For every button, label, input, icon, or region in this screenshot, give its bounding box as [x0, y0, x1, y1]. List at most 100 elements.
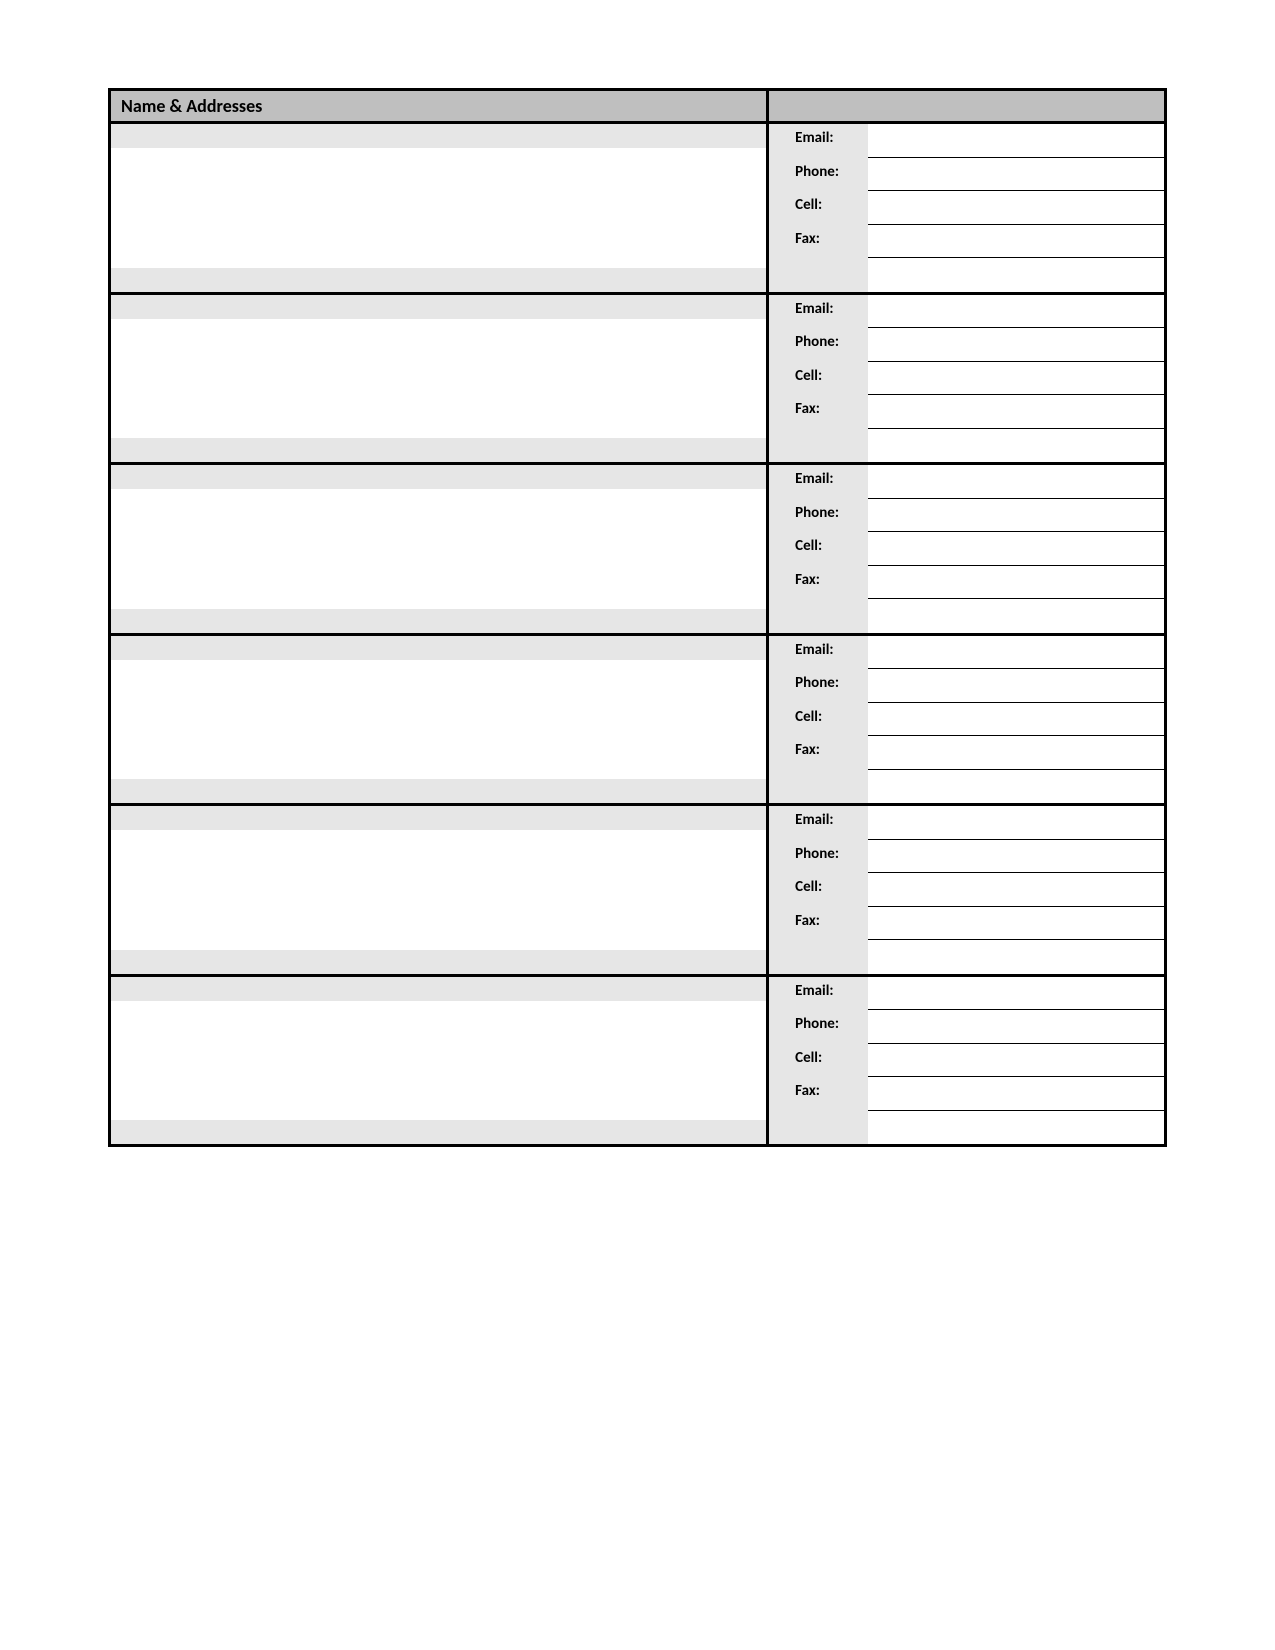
email-row: Email:	[769, 465, 1164, 499]
fax-label: Fax:	[769, 1077, 868, 1111]
details-column: Email: Phone: Cell: Fax:	[769, 636, 1164, 804]
cell-value[interactable]	[868, 532, 1164, 566]
address-column	[111, 465, 769, 633]
fax-row: Fax:	[769, 1077, 1164, 1111]
fax-value[interactable]	[868, 395, 1164, 429]
extra-row	[769, 940, 1164, 974]
email-label: Email:	[769, 124, 868, 158]
fax-row: Fax:	[769, 225, 1164, 259]
fax-value[interactable]	[868, 1077, 1164, 1111]
address-extra-field[interactable]	[111, 438, 766, 462]
name-field[interactable]	[111, 806, 766, 830]
email-value[interactable]	[868, 636, 1164, 670]
address-column	[111, 977, 769, 1145]
email-value[interactable]	[868, 977, 1164, 1011]
phone-label: Phone:	[769, 840, 868, 874]
phone-row: Phone:	[769, 328, 1164, 362]
extra-label	[769, 1111, 868, 1145]
address-extra-field[interactable]	[111, 268, 766, 292]
extra-label	[769, 258, 868, 292]
address-extra-field[interactable]	[111, 609, 766, 633]
phone-row: Phone:	[769, 1010, 1164, 1044]
name-field[interactable]	[111, 124, 766, 148]
phone-row: Phone:	[769, 158, 1164, 192]
phone-label: Phone:	[769, 669, 868, 703]
extra-row	[769, 1111, 1164, 1145]
details-column: Email: Phone: Cell: Fax:	[769, 295, 1164, 463]
phone-row: Phone:	[769, 669, 1164, 703]
fax-value[interactable]	[868, 907, 1164, 941]
address-column	[111, 124, 769, 292]
fax-row: Fax:	[769, 395, 1164, 429]
extra-value[interactable]	[868, 429, 1164, 463]
email-row: Email:	[769, 295, 1164, 329]
cell-value[interactable]	[868, 1044, 1164, 1078]
email-row: Email:	[769, 124, 1164, 158]
address-field[interactable]	[111, 489, 766, 609]
extra-label	[769, 940, 868, 974]
email-value[interactable]	[868, 124, 1164, 158]
extra-value[interactable]	[868, 940, 1164, 974]
cell-row: Cell:	[769, 1044, 1164, 1078]
email-value[interactable]	[868, 295, 1164, 329]
email-label: Email:	[769, 806, 868, 840]
extra-label	[769, 770, 868, 804]
address-field[interactable]	[111, 660, 766, 780]
address-column	[111, 636, 769, 804]
name-field[interactable]	[111, 465, 766, 489]
phone-label: Phone:	[769, 158, 868, 192]
details-column: Email: Phone: Cell: Fax:	[769, 977, 1164, 1145]
email-value[interactable]	[868, 806, 1164, 840]
phone-value[interactable]	[868, 328, 1164, 362]
address-field[interactable]	[111, 148, 766, 268]
email-label: Email:	[769, 636, 868, 670]
phone-value[interactable]	[868, 669, 1164, 703]
extra-value[interactable]	[868, 1111, 1164, 1145]
name-field[interactable]	[111, 977, 766, 1001]
cell-value[interactable]	[868, 873, 1164, 907]
address-field[interactable]	[111, 830, 766, 950]
phone-label: Phone:	[769, 1010, 868, 1044]
extra-value[interactable]	[868, 770, 1164, 804]
cell-value[interactable]	[868, 362, 1164, 396]
extra-row	[769, 429, 1164, 463]
address-field[interactable]	[111, 319, 766, 439]
cell-row: Cell:	[769, 362, 1164, 396]
cell-label: Cell:	[769, 873, 868, 907]
contact-block: Email: Phone: Cell: Fax:	[111, 806, 1164, 977]
address-column	[111, 806, 769, 974]
cell-label: Cell:	[769, 532, 868, 566]
phone-value[interactable]	[868, 840, 1164, 874]
fax-row: Fax:	[769, 736, 1164, 770]
fax-label: Fax:	[769, 395, 868, 429]
cell-value[interactable]	[868, 191, 1164, 225]
email-row: Email:	[769, 806, 1164, 840]
details-column: Email: Phone: Cell: Fax:	[769, 806, 1164, 974]
cell-row: Cell:	[769, 873, 1164, 907]
address-extra-field[interactable]	[111, 1120, 766, 1144]
fax-value[interactable]	[868, 225, 1164, 259]
cell-row: Cell:	[769, 703, 1164, 737]
address-extra-field[interactable]	[111, 950, 766, 974]
address-column	[111, 295, 769, 463]
email-value[interactable]	[868, 465, 1164, 499]
cell-value[interactable]	[868, 703, 1164, 737]
address-field[interactable]	[111, 1001, 766, 1121]
fax-label: Fax:	[769, 225, 868, 259]
name-field[interactable]	[111, 295, 766, 319]
extra-value[interactable]	[868, 599, 1164, 633]
extra-label	[769, 599, 868, 633]
contact-block: Email: Phone: Cell: Fax:	[111, 295, 1164, 466]
name-field[interactable]	[111, 636, 766, 660]
header-title: Name & Addresses	[111, 91, 769, 121]
phone-value[interactable]	[868, 158, 1164, 192]
extra-row	[769, 770, 1164, 804]
address-extra-field[interactable]	[111, 779, 766, 803]
fax-value[interactable]	[868, 566, 1164, 600]
phone-value[interactable]	[868, 1010, 1164, 1044]
fax-row: Fax:	[769, 907, 1164, 941]
phone-value[interactable]	[868, 499, 1164, 533]
fax-value[interactable]	[868, 736, 1164, 770]
extra-value[interactable]	[868, 258, 1164, 292]
details-column: Email: Phone: Cell: Fax:	[769, 124, 1164, 292]
